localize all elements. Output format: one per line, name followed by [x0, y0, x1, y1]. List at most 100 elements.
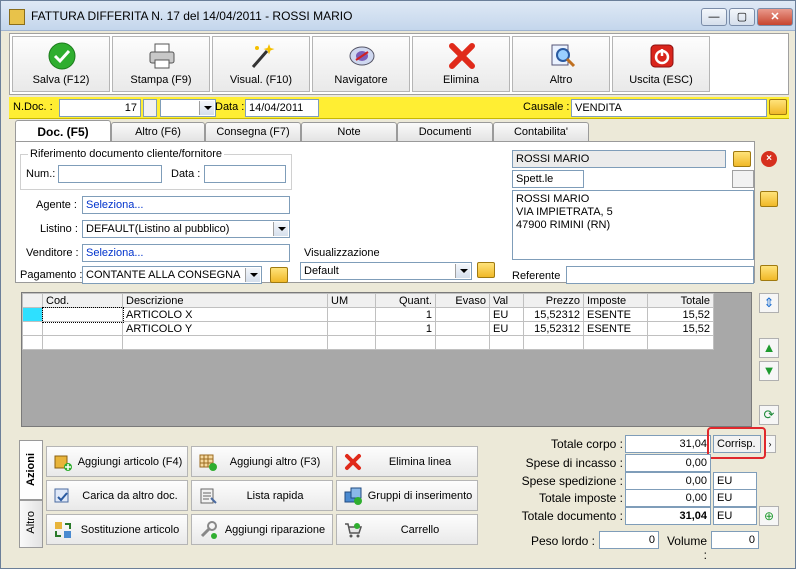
vtab-azioni[interactable]: Azioni	[19, 440, 43, 500]
maximize-button[interactable]: ▢	[729, 8, 755, 26]
preview-button[interactable]: Visual. (F10)	[212, 36, 310, 92]
insert-groups-button[interactable]: Gruppi di inserimento	[336, 480, 478, 511]
sort-updown-icon[interactable]: ⇕	[759, 293, 779, 313]
cart-button[interactable]: Carrello	[336, 514, 478, 545]
shipping-fees-label: Spese spedizione :	[521, 474, 623, 488]
total-body-field[interactable]: 31,04	[625, 435, 711, 453]
column-header[interactable]: Quant.	[375, 293, 436, 308]
cell-price[interactable]: 15,52312	[523, 321, 584, 336]
cell-tax[interactable]: ESENTE	[583, 307, 648, 322]
column-header[interactable]: Imposte	[583, 293, 648, 308]
replace-item-button[interactable]: Sostituzione articolo	[46, 514, 188, 545]
folder-icon[interactable]	[760, 191, 778, 207]
column-header[interactable]: Totale	[647, 293, 714, 308]
person-lookup-icon[interactable]	[732, 170, 754, 188]
delete-line-button[interactable]: Elimina linea	[336, 446, 478, 477]
quick-list-button[interactable]: Lista rapida	[191, 480, 333, 511]
cell-price[interactable]: 15,52312	[523, 307, 584, 322]
print-button[interactable]: Stampa (F9)	[112, 36, 210, 92]
cell-total[interactable]: 15,52	[647, 321, 714, 336]
salutation-field[interactable]: Spett.le	[512, 170, 584, 188]
tab-consegna[interactable]: Consegna (F7)	[205, 122, 301, 142]
row-selector[interactable]	[22, 321, 43, 336]
table-row[interactable]: ARTICOLO X 1 EU 15,52312 ESENTE 15,52	[22, 306, 714, 323]
cell-code[interactable]	[42, 321, 123, 336]
ref-date-field[interactable]	[204, 165, 286, 183]
load-from-doc-button[interactable]: Carica da altro doc.	[46, 480, 188, 511]
column-header[interactable]: Cod.	[42, 293, 123, 308]
collection-fees-field[interactable]: 0,00	[625, 454, 711, 472]
column-header[interactable]: Prezzo	[523, 293, 584, 308]
view-select[interactable]: Default	[300, 262, 472, 280]
refresh-icon[interactable]: ⟳	[759, 405, 779, 425]
column-header[interactable]: UM	[327, 293, 376, 308]
cell-evaso[interactable]	[435, 321, 490, 336]
cell-total[interactable]: 15,52	[647, 307, 714, 322]
column-header[interactable]: Val	[489, 293, 524, 308]
total-tax-field[interactable]: 0,00	[625, 489, 711, 507]
seller-field[interactable]: Seleziona...	[82, 244, 290, 262]
total-document-field[interactable]: 31,04	[625, 507, 711, 525]
causale-field[interactable]: VENDITA	[571, 99, 767, 117]
move-down-icon[interactable]: ▼	[759, 361, 779, 381]
folder-icon[interactable]	[477, 262, 495, 278]
address-box[interactable]: ROSSI MARIO VIA IMPIETRATA, 5 47900 RIMI…	[512, 190, 754, 260]
minimize-button[interactable]: —	[701, 8, 727, 26]
ndoc-suffix-button[interactable]	[143, 99, 157, 117]
navigator-button[interactable]: Navigatore	[312, 36, 410, 92]
delete-x-icon	[345, 454, 361, 470]
series-select[interactable]	[160, 99, 216, 117]
cell-description[interactable]: ARTICOLO X	[122, 307, 328, 322]
save-button[interactable]: Salva (F12)	[12, 36, 110, 92]
other-button[interactable]: Altro	[512, 36, 610, 92]
cell-tax[interactable]: ESENTE	[583, 321, 648, 336]
groups-icon	[344, 487, 362, 505]
customer-name-field[interactable]: ROSSI MARIO	[512, 150, 726, 168]
table-row-empty[interactable]	[22, 335, 714, 350]
close-button[interactable]: ✕	[757, 8, 793, 26]
folder-icon[interactable]	[270, 267, 288, 283]
cell-currency[interactable]: EU	[489, 307, 524, 322]
delete-button[interactable]: Elimina	[412, 36, 510, 92]
tab-doc[interactable]: Doc. (F5)	[15, 120, 111, 143]
cell-code[interactable]	[41, 306, 124, 323]
exit-button[interactable]: Uscita (ESC)	[612, 36, 710, 92]
cell-um[interactable]	[327, 307, 376, 322]
cell-evaso[interactable]	[435, 307, 490, 322]
zoom-in-icon[interactable]: ⊕	[759, 506, 779, 526]
tab-contabilita[interactable]: Contabilita'	[493, 122, 589, 142]
add-item-button[interactable]: Aggiungi articolo (F4)	[46, 446, 188, 477]
contact-field[interactable]	[566, 266, 754, 284]
folder-icon[interactable]	[733, 151, 751, 167]
row-selector[interactable]	[22, 307, 43, 322]
cell-um[interactable]	[327, 321, 376, 336]
row-selector[interactable]	[22, 335, 43, 350]
clear-customer-icon[interactable]: ×	[761, 151, 777, 167]
move-up-icon[interactable]: ▲	[759, 338, 779, 358]
date-field[interactable]: 14/04/2011	[245, 99, 319, 117]
ref-date-label: Data :	[171, 168, 201, 180]
tab-documenti[interactable]: Documenti	[397, 122, 493, 142]
cell-description[interactable]: ARTICOLO Y	[122, 321, 328, 336]
gross-weight-field[interactable]: 0	[599, 531, 659, 549]
add-repair-button[interactable]: Aggiungi riparazione	[191, 514, 333, 545]
add-other-button[interactable]: Aggiungi altro (F3)	[191, 446, 333, 477]
num-field[interactable]	[58, 165, 162, 183]
tab-note[interactable]: Note	[301, 122, 397, 142]
vtab-altro[interactable]: Altro	[19, 500, 43, 548]
folder-icon[interactable]	[760, 265, 778, 281]
cell-quantity[interactable]: 1	[375, 307, 436, 322]
shipping-fees-field[interactable]: 0,00	[625, 472, 711, 490]
ndoc-field[interactable]: 17	[59, 99, 141, 117]
table-row[interactable]: ARTICOLO Y 1 EU 15,52312 ESENTE 15,52	[22, 321, 714, 336]
folder-icon[interactable]	[769, 99, 787, 115]
cell-quantity[interactable]: 1	[375, 321, 436, 336]
volume-field[interactable]: 0	[711, 531, 759, 549]
tab-altro[interactable]: Altro (F6)	[111, 122, 205, 142]
pricelist-select[interactable]: DEFAULT(Listino al pubblico)	[82, 220, 290, 238]
agent-field[interactable]: Seleziona...	[82, 196, 290, 214]
column-header[interactable]: Evaso	[435, 293, 490, 308]
column-header[interactable]: Descrizione	[122, 293, 328, 308]
payment-select[interactable]: CONTANTE ALLA CONSEGNA	[82, 266, 262, 284]
cell-currency[interactable]: EU	[489, 321, 524, 336]
